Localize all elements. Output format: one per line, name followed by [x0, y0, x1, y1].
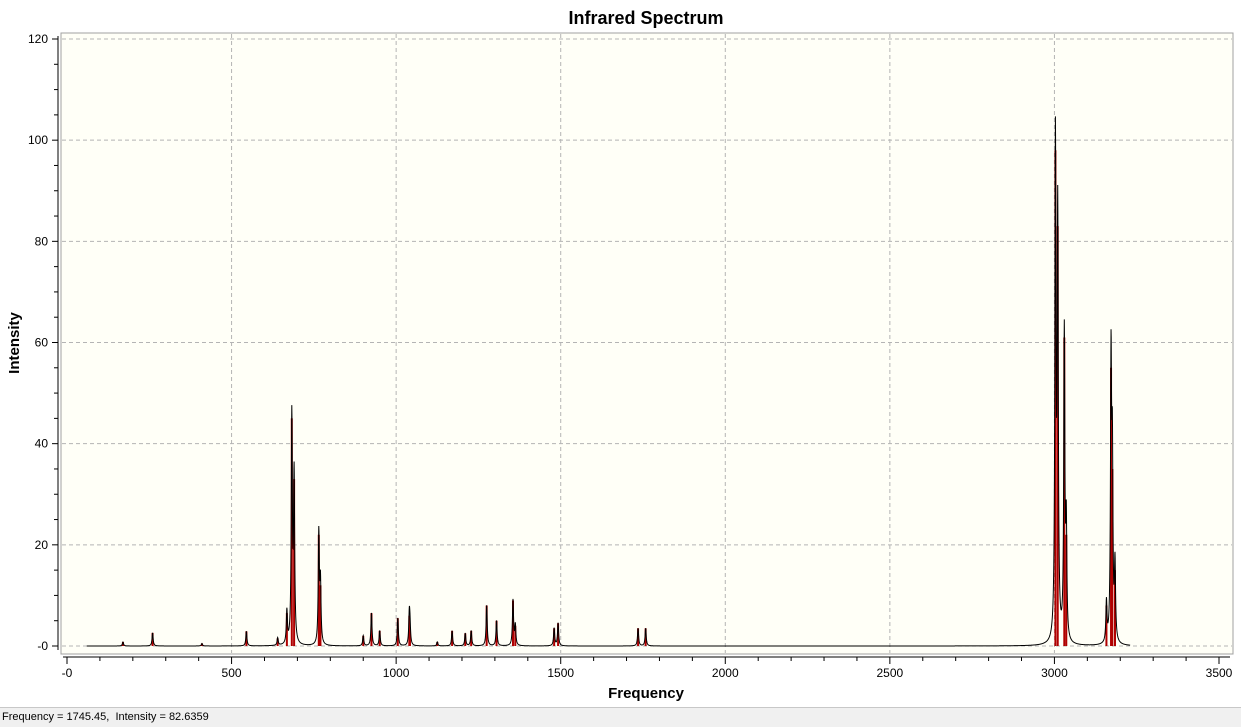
y-axis-label: Intensity — [6, 312, 23, 374]
x-tick-label: 3500 — [1206, 666, 1233, 680]
x-tick-label: 2500 — [877, 666, 904, 680]
x-tick-label: 1000 — [383, 666, 410, 680]
x-tick-label: 2000 — [712, 666, 739, 680]
x-axis-label: Frequency — [608, 685, 685, 702]
x-tick-label: 500 — [222, 666, 242, 680]
x-tick-label: 3000 — [1041, 666, 1068, 680]
status-bar-text: Frequency = 1745.45, Intensity = 82.6359 — [2, 711, 209, 723]
x-tick-label: 1500 — [547, 666, 574, 680]
y-tick-label: 100 — [28, 133, 48, 147]
y-tick-label: 40 — [35, 437, 49, 451]
y-tick-label: 60 — [35, 336, 49, 350]
y-tick-label: 80 — [35, 234, 49, 248]
y-tick-label: 120 — [28, 32, 48, 46]
status-bar: Frequency = 1745.45, Intensity = 82.6359 — [0, 707, 1241, 727]
ir-spectrum-window: Infrared Spectrum -0 500 1000 1500 2000 2500 3… — [0, 0, 1241, 727]
chart-title: Infrared Spectrum — [568, 8, 723, 28]
y-tick-label: 20 — [35, 538, 49, 552]
y-tick-label: -0 — [37, 639, 48, 653]
x-tick-label: -0 — [62, 666, 73, 680]
ir-spectrum-chart[interactable]: Infrared Spectrum -0 500 1000 1500 2000 2500 3… — [0, 0, 1241, 707]
